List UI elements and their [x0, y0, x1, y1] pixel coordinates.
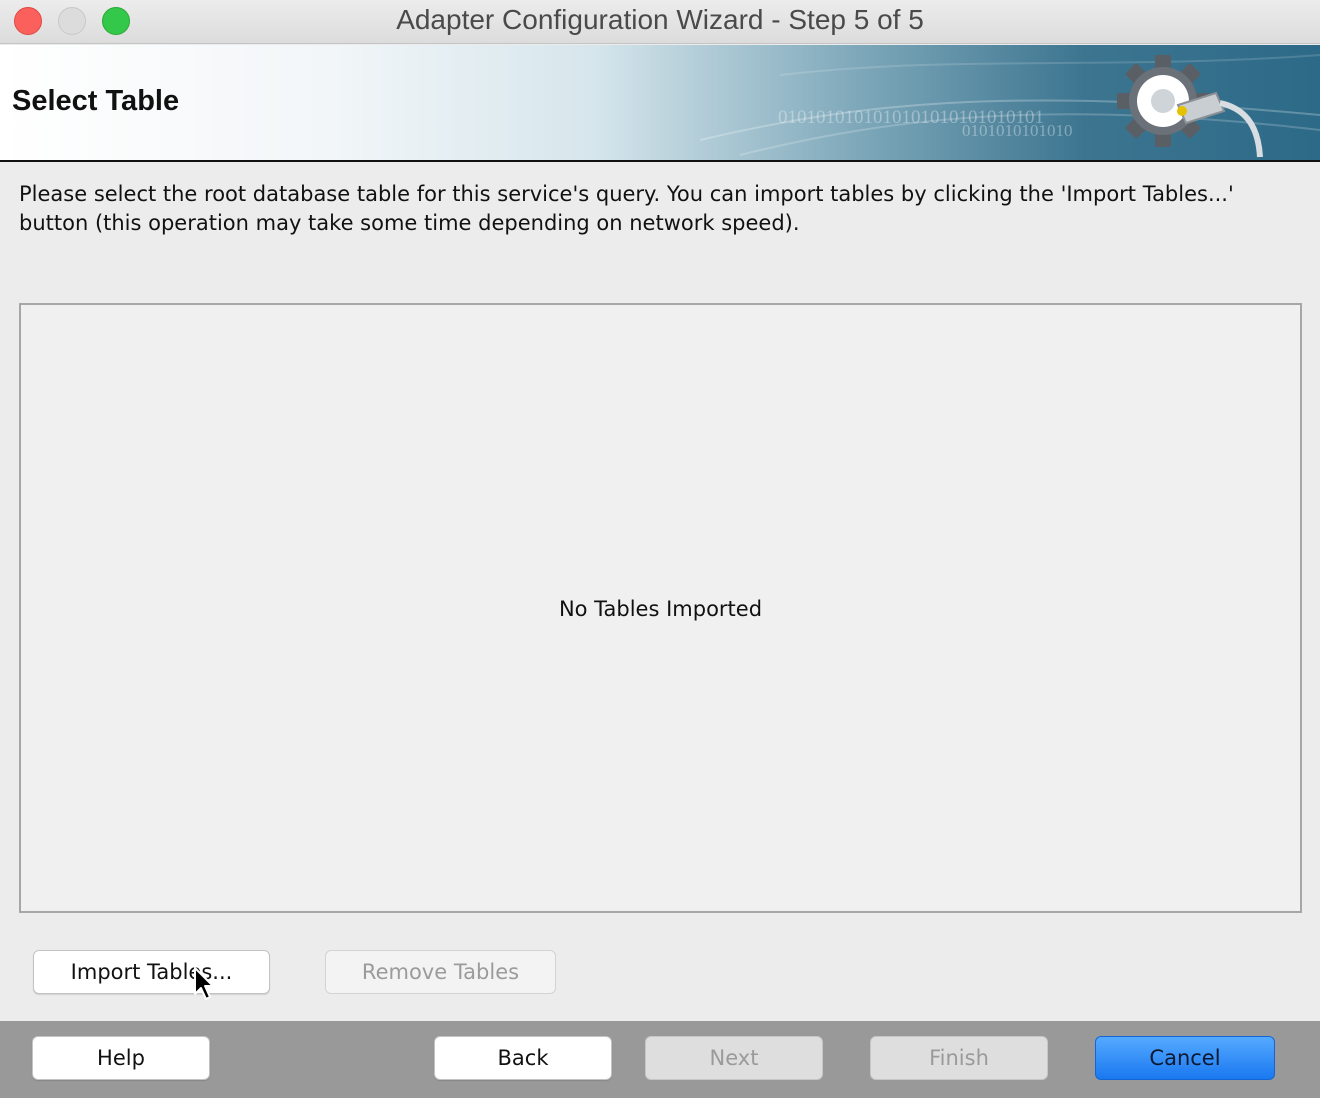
- instructions-text: Please select the root database table fo…: [19, 182, 1234, 235]
- tables-list-panel[interactable]: No Tables Imported: [19, 303, 1302, 913]
- empty-state-message: No Tables Imported: [558, 597, 763, 621]
- remove-tables-button[interactable]: Remove Tables: [325, 950, 556, 994]
- gear-plug-icon: [1117, 55, 1263, 158]
- cancel-button[interactable]: Cancel: [1095, 1036, 1275, 1080]
- wizard-banner: 0101010101010101010101010101 01010101010…: [0, 45, 1320, 162]
- import-tables-button[interactable]: Import Tables...: [33, 950, 270, 994]
- wizard-footer: Help Back Next Finish Cancel: [0, 1021, 1320, 1098]
- banner-binary-text-2: 0101010101010: [962, 121, 1073, 140]
- window-titlebar: Adapter Configuration Wizard - Step 5 of…: [0, 0, 1320, 44]
- next-button[interactable]: Next: [645, 1036, 823, 1080]
- mouse-cursor-icon: [194, 967, 214, 1000]
- finish-button[interactable]: Finish: [870, 1036, 1048, 1080]
- page-title: Select Table: [12, 85, 180, 117]
- help-button[interactable]: Help: [32, 1036, 210, 1080]
- window-title: Adapter Configuration Wizard - Step 5 of…: [396, 4, 924, 35]
- back-button[interactable]: Back: [434, 1036, 612, 1080]
